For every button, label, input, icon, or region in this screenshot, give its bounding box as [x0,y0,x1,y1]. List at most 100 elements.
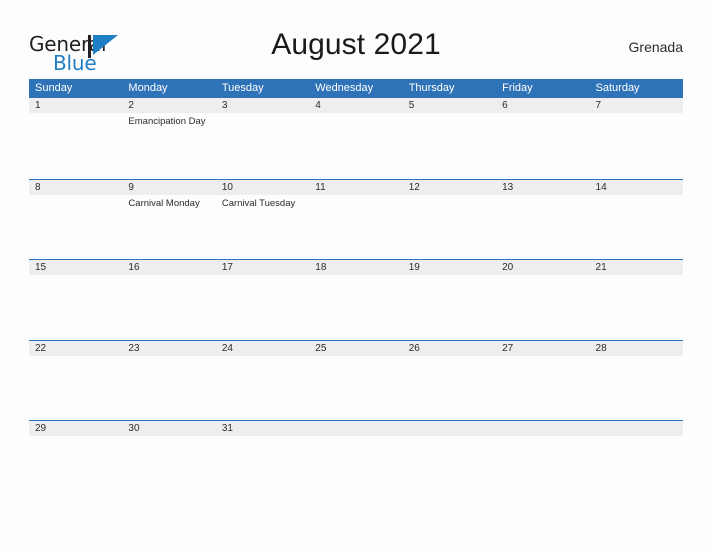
day-cell[interactable] [122,356,215,420]
date-number[interactable]: 23 [122,341,215,356]
date-number[interactable]: 13 [496,180,589,195]
day-cell[interactable] [216,356,309,420]
date-number-strip: 1234567 [29,98,683,113]
day-cell[interactable] [309,195,402,259]
date-number[interactable]: 21 [590,260,683,275]
weekday-header-thursday: Thursday [408,82,455,94]
day-cell[interactable] [29,436,122,500]
day-cell[interactable]: Carnival Tuesday [216,195,309,259]
calendar-week-row: 29 30 31 [29,420,683,501]
date-number[interactable]: 6 [496,98,589,113]
weekday-header-tuesday: Tuesday [221,82,264,94]
day-cell[interactable]: Emancipation Day [122,113,215,177]
day-cell[interactable] [590,436,683,500]
event-strip: Emancipation Day [29,113,683,177]
date-number[interactable]: 5 [403,98,496,113]
day-cell[interactable] [216,113,309,177]
calendar-page: General Blue August 2021 Grenada Sunday M… [0,0,712,550]
date-number[interactable]: 14 [590,180,683,195]
date-number[interactable]: 17 [216,260,309,275]
day-cell[interactable] [122,436,215,500]
date-number[interactable]: 31 [216,421,309,436]
date-number[interactable]: 19 [403,260,496,275]
holiday-label: Carnival Tuesday [221,197,296,209]
day-cell[interactable] [29,356,122,420]
date-number-strip: 15 16 17 18 19 20 21 [29,260,683,275]
day-cell[interactable] [309,436,402,500]
page-header: General Blue August 2021 Grenada [29,28,683,75]
empty-date-number [403,421,496,436]
date-number[interactable]: 2 [122,98,215,113]
date-number[interactable]: 10 [216,180,309,195]
day-cell[interactable] [403,275,496,339]
calendar-week-row: 15 16 17 18 19 20 21 [29,259,683,340]
calendar-week-row: 22 23 24 25 26 27 28 [29,339,683,421]
day-cell[interactable] [216,436,309,500]
weekday-header-monday: Monday [128,82,168,94]
day-cell[interactable] [496,113,589,177]
date-number[interactable]: 27 [496,341,589,356]
day-cell[interactable] [590,113,683,177]
date-number[interactable]: 24 [216,341,309,356]
day-cell[interactable] [309,275,402,339]
date-number[interactable]: 25 [309,341,402,356]
day-cell[interactable] [403,436,496,500]
empty-date-number [590,421,683,436]
weekday-header-saturday: Saturday [595,82,640,94]
event-strip [29,355,683,420]
calendar-weeks: 1 2 3 4 5 6 7 Emancipation Day 8 9 10 11 12 13 14 Carni… [29,98,683,501]
holiday-label: Carnival Monday [128,197,200,209]
holiday-label: Emancipation Day [128,116,206,127]
date-number[interactable]: 3 [216,98,309,113]
day-cell[interactable] [496,356,589,420]
day-cell[interactable] [403,195,496,259]
day-cell[interactable]: Carnival Monday [122,195,215,259]
date-number-strip: 22 23 24 25 26 27 28 [29,340,683,356]
day-cell[interactable] [496,275,589,339]
calendar-week-row: 1 2 3 4 5 6 7 Emancipation Day [29,98,683,179]
country-label: Grenada [628,39,683,55]
date-number[interactable]: 30 [122,421,215,436]
day-cell[interactable] [29,113,122,177]
day-cell[interactable] [403,356,496,420]
date-number[interactable]: 1 [29,98,122,113]
weekday-header-row: Sunday Monday Tuesday Wednesday Thursday Frid… [29,79,683,98]
day-cell[interactable] [216,275,309,339]
empty-date-number [496,421,589,436]
day-cell[interactable] [590,356,683,420]
date-number[interactable]: 7 [590,98,683,113]
day-cell[interactable] [309,113,402,177]
date-number[interactable]: 11 [309,180,402,195]
date-number-strip: 8 9 10 11 12 13 14 [29,179,683,195]
calendar-week-row: 8 9 10 11 12 13 14 Carnival Monday Carnival Tues… [29,178,683,260]
empty-date-number [309,421,402,436]
event-strip: Carnival Monday Carnival Tuesday [29,194,683,259]
date-number[interactable]: 29 [29,421,122,436]
date-number[interactable]: 9 [122,180,215,195]
date-number-strip: 29 30 31 [29,421,683,436]
date-number[interactable]: 16 [122,260,215,275]
day-cell[interactable] [403,113,496,177]
day-cell[interactable] [29,195,122,259]
day-cell[interactable] [496,436,589,500]
date-number[interactable]: 4 [309,98,402,113]
date-number[interactable]: 12 [403,180,496,195]
event-strip [29,436,683,500]
day-cell[interactable] [590,195,683,259]
day-cell[interactable] [590,275,683,339]
date-number[interactable]: 18 [309,260,402,275]
day-cell[interactable] [122,275,215,339]
day-cell[interactable] [309,356,402,420]
date-number[interactable]: 22 [29,341,122,356]
date-number[interactable]: 15 [29,260,122,275]
page-title: August 2021 [271,28,441,61]
date-number[interactable]: 8 [29,180,122,195]
date-number[interactable]: 20 [496,260,589,275]
day-cell[interactable] [496,195,589,259]
day-cell[interactable] [29,275,122,339]
date-number[interactable]: 26 [403,341,496,356]
date-number[interactable]: 28 [590,341,683,356]
event-strip [29,275,683,339]
weekday-header-wednesday: Wednesday [315,82,374,94]
calendar-grid: Sunday Monday Tuesday Wednesday Thursday Frid… [29,79,683,501]
